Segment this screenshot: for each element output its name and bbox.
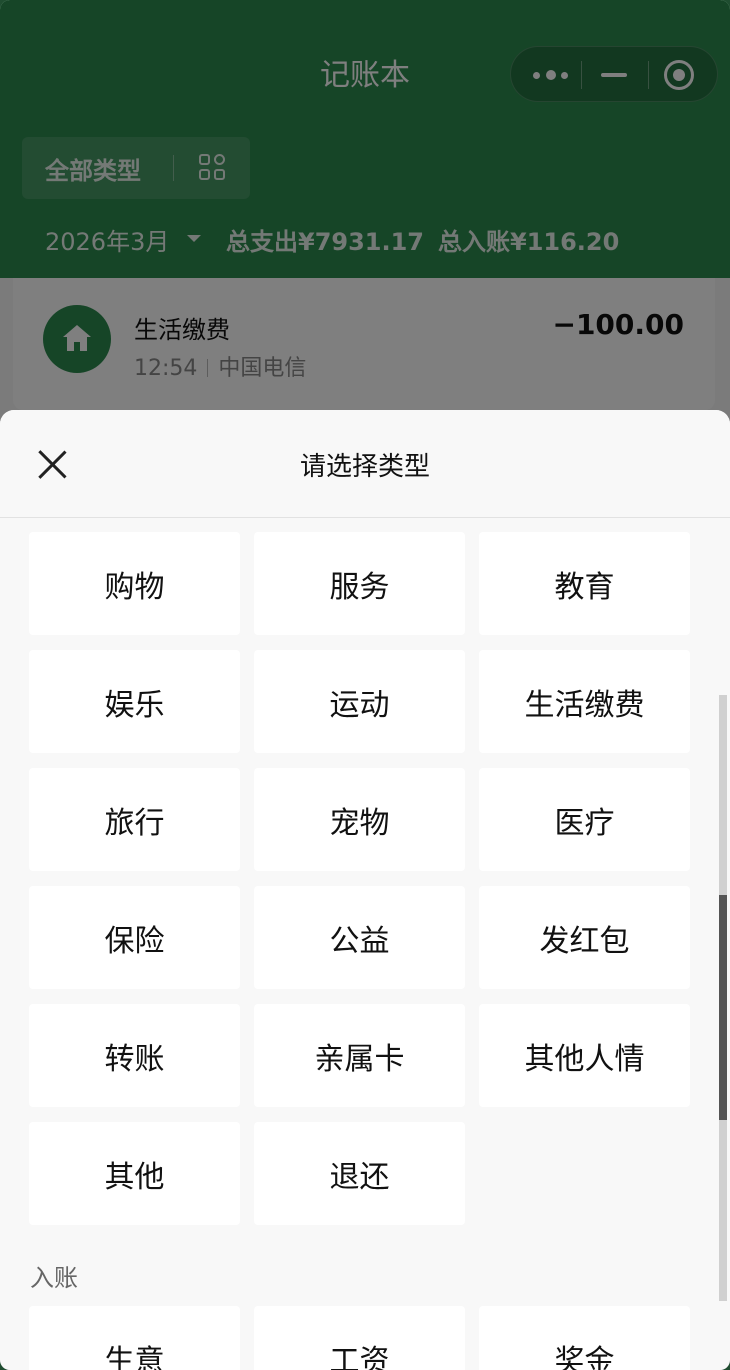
- category-option[interactable]: 运动: [254, 650, 465, 753]
- category-option[interactable]: 亲属卡: [254, 1004, 465, 1107]
- category-option[interactable]: 服务: [254, 532, 465, 635]
- category-option[interactable]: 转账: [29, 1004, 240, 1107]
- screen: 记账本 全部类型 2026年3月 总支出¥7931.17总入账¥116.20 生…: [0, 0, 730, 1370]
- category-option[interactable]: 工资: [254, 1306, 465, 1370]
- category-option[interactable]: 医疗: [479, 768, 690, 871]
- category-option[interactable]: 其他人情: [479, 1004, 690, 1107]
- category-option[interactable]: 奖金: [479, 1306, 690, 1370]
- category-option[interactable]: 旅行: [29, 768, 240, 871]
- category-option[interactable]: 生活缴费: [479, 650, 690, 753]
- category-option[interactable]: 保险: [29, 886, 240, 989]
- category-option[interactable]: 其他: [29, 1122, 240, 1225]
- sheet-title: 请选择类型: [299, 452, 430, 482]
- category-option[interactable]: 公益: [254, 886, 465, 989]
- category-option[interactable]: 宠物: [254, 768, 465, 871]
- category-option[interactable]: 生意: [29, 1306, 240, 1370]
- category-option[interactable]: 发红包: [479, 886, 690, 989]
- category-option[interactable]: 退还: [254, 1122, 465, 1225]
- category-picker-sheet: 请选择类型 购物 服务 教育 娱乐 运动 生活缴费 旅行 宠物 医疗 保险 公益…: [0, 410, 730, 1370]
- income-category-grid: 生意 工资 奖金: [29, 1306, 691, 1370]
- expense-category-grid: 购物 服务 教育 娱乐 运动 生活缴费 旅行 宠物 医疗 保险 公益 发红包 转…: [29, 532, 691, 1225]
- category-option[interactable]: 教育: [479, 532, 690, 635]
- category-option[interactable]: 娱乐: [29, 650, 240, 753]
- income-section-label: 入账: [30, 1264, 78, 1292]
- scrollbar-thumb[interactable]: [719, 895, 727, 1120]
- sheet-header: 请选择类型: [0, 410, 730, 518]
- category-option[interactable]: 购物: [29, 532, 240, 635]
